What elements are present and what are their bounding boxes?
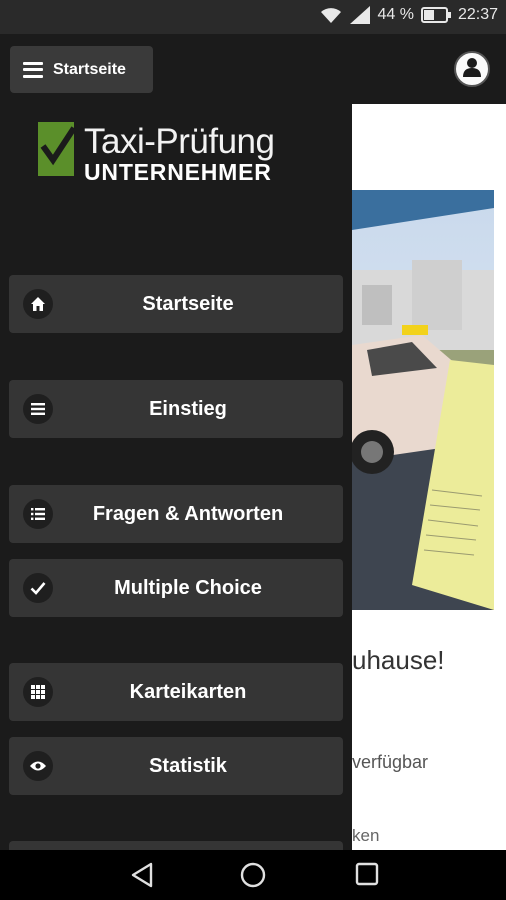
app-logo: Taxi-Prüfung UNTERNEHMER: [38, 120, 328, 190]
hamburger-icon: [23, 61, 43, 78]
nav-item-label: Fragen & Antworten: [92, 502, 284, 525]
checkmark-logo-icon: [38, 122, 76, 176]
logo-subtitle: UNTERNEHMER: [84, 159, 272, 185]
back-icon[interactable]: [130, 862, 154, 893]
menu-lines-icon: [23, 394, 53, 424]
nav-item-label: Multiple Choice: [114, 576, 262, 599]
navigation-drawer: Taxi-Prüfung UNTERNEHMER Startseite Eins…: [0, 104, 352, 850]
nav-item-label: Statistik: [149, 754, 227, 777]
content-text: verfügbar: [352, 752, 429, 772]
battery-percent: 44 %: [377, 6, 414, 23]
logo-title: Taxi-Prüfung: [84, 122, 275, 161]
eye-icon: [23, 751, 53, 781]
grid-icon: [23, 677, 53, 707]
recents-icon[interactable]: [355, 862, 379, 891]
system-navigation-bar: [0, 850, 506, 900]
user-icon: [462, 57, 482, 82]
battery-icon: [420, 7, 451, 23]
menu-toggle-label: Startseite: [53, 60, 126, 78]
nav-item-label: Karteikarten: [129, 680, 247, 703]
nav-item-fragen-antworten[interactable]: Fragen & Antworten: [9, 485, 343, 543]
nav-item-multiple-choice[interactable]: Multiple Choice: [9, 559, 343, 617]
user-account-button[interactable]: [454, 51, 490, 87]
nav-item-label: Einstieg: [149, 397, 227, 420]
app-bar: Startseite: [0, 34, 506, 104]
list-icon: [23, 499, 53, 529]
nav-item-partial[interactable]: [9, 841, 343, 850]
nav-item-label: Startseite: [142, 292, 234, 315]
content-headline: uhause!: [352, 645, 445, 675]
content-text-2: ken: [352, 826, 380, 845]
signal-icon: [350, 6, 371, 24]
status-bar: 44 % 22:37: [0, 0, 506, 34]
menu-toggle-button[interactable]: Startseite: [10, 46, 153, 93]
nav-item-statistik[interactable]: Statistik: [9, 737, 343, 795]
nav-item-karteikarten[interactable]: Karteikarten: [9, 663, 343, 721]
home-icon: [23, 289, 53, 319]
taxi-image: [352, 190, 494, 610]
nav-item-startseite[interactable]: Startseite: [9, 275, 343, 333]
clock: 22:37: [457, 6, 498, 23]
check-icon: [23, 573, 53, 603]
wifi-icon: [319, 6, 343, 24]
nav-item-einstieg[interactable]: Einstieg: [9, 380, 343, 438]
home-nav-icon[interactable]: [240, 862, 266, 893]
